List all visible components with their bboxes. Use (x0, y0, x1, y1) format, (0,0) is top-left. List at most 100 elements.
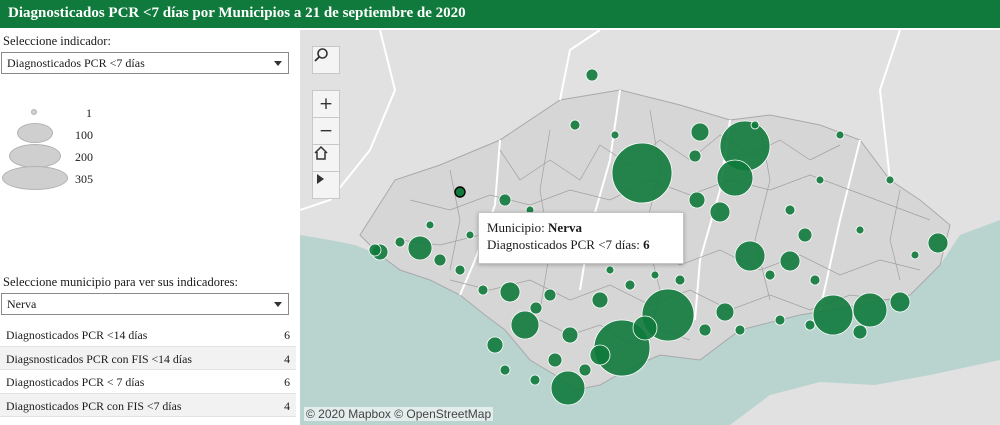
tooltip-municipio-label: Municipio: (487, 220, 545, 235)
map-marker (927, 232, 949, 254)
map-marker (715, 302, 735, 322)
tooltip-indicator-line: Diagnosticados PCR <7 días: 6 (487, 236, 675, 253)
filter-panel: Seleccione indicador: Diagnosticados PCR… (0, 28, 296, 425)
search-button[interactable] (312, 46, 340, 74)
map-marker (889, 291, 911, 313)
map-marker (734, 240, 766, 272)
map-marker (561, 326, 579, 344)
table-row: Diagnosticados PCR <14 días 6 (0, 323, 296, 347)
map-marker (591, 291, 609, 309)
map-marker (815, 175, 825, 185)
table-row: Diagsnosticados PCR con FIS <14 días 4 (0, 346, 296, 370)
map-marker (624, 279, 636, 291)
map-marker (454, 264, 466, 276)
indicator-dropdown[interactable]: Diagnosticados PCR <7 días (1, 52, 289, 74)
indicator-label: Diagnosticados PCR < 7 días (6, 375, 145, 389)
tooltip-municipio-line: Municipio: Nerva (487, 219, 675, 236)
map-marker (852, 324, 868, 340)
map-marker (855, 225, 865, 235)
zoom-in-icon: + (318, 94, 334, 114)
indicator-value: 4 (284, 398, 290, 413)
indicator-label: Diagnosticados PCR <14 días (6, 328, 148, 342)
map-marker (690, 122, 710, 142)
zoom-out-button[interactable]: − (312, 117, 340, 145)
legend-value-305: 305 (75, 172, 93, 186)
legend-circle-100 (17, 123, 53, 143)
map-marker (774, 314, 786, 326)
indicator-label: Diagnosticados PCR con FIS <7 días (6, 398, 182, 413)
map-marker (529, 374, 541, 386)
map-marker (499, 281, 521, 303)
map-marker (498, 193, 512, 207)
map-marker (529, 301, 543, 315)
home-button[interactable] (312, 144, 340, 172)
search-icon (314, 48, 328, 62)
selected-marker (454, 186, 466, 198)
tooltip-indicator-label: Diagnosticados PCR <7 días: (487, 237, 640, 252)
map-marker (716, 159, 754, 197)
map-marker (499, 364, 511, 376)
map-marker (407, 235, 433, 261)
map-marker (688, 149, 702, 163)
map-marker (698, 323, 712, 337)
map-marker (910, 250, 920, 260)
pan-button[interactable] (312, 171, 340, 199)
map-marker (394, 236, 406, 248)
map-marker (804, 319, 816, 331)
legend-value-100: 100 (75, 128, 93, 142)
indicator-table: Diagnosticados PCR <14 días 6 Diagsnosti… (0, 323, 296, 417)
map-marker (674, 274, 686, 286)
municipio-dropdown-value: Nerva (7, 297, 37, 311)
map-marker (688, 191, 706, 209)
zoom-in-button[interactable]: + (312, 90, 340, 118)
municipio-select-label: Seleccione municipio para ver sus indica… (3, 275, 238, 289)
map-marker (779, 250, 801, 272)
home-icon (314, 145, 328, 160)
map-view[interactable]: + − Municipio: Nerva Diagnosticados PCR … (300, 30, 1000, 425)
indicator-value: 4 (284, 351, 290, 366)
map-marker (610, 130, 620, 140)
map-marker (543, 288, 557, 302)
indicator-value: 6 (284, 328, 290, 342)
map-marker (578, 363, 592, 377)
legend-value-1: 1 (86, 106, 92, 120)
map-marker (550, 370, 586, 406)
tooltip-municipio-value: Nerva (548, 220, 582, 235)
map-marker (569, 119, 581, 131)
map-marker (605, 265, 615, 275)
map-marker (589, 344, 611, 366)
zoom-out-icon: − (318, 121, 334, 141)
map-marker (465, 230, 475, 240)
land-region (730, 360, 1000, 425)
indicator-dropdown-value: Diagnosticados PCR <7 días (7, 56, 145, 70)
map-marker (433, 253, 447, 267)
chevron-down-icon (274, 302, 282, 307)
legend-circle-1 (31, 109, 37, 115)
map-marker (750, 120, 760, 130)
tooltip-indicator-value: 6 (643, 237, 650, 252)
map-marker (632, 315, 658, 341)
map-marker (611, 142, 673, 204)
indicator-label: Diagsnosticados PCR con FIS <14 días (6, 351, 192, 366)
map-marker (650, 270, 660, 280)
legend-value-200: 200 (75, 150, 93, 164)
map-marker (852, 292, 888, 328)
map-attribution[interactable]: © 2020 Mapbox © OpenStreetMap (304, 407, 494, 421)
map-marker (486, 336, 504, 354)
map-marker (477, 284, 489, 296)
indicator-select-label: Seleccione indicador: (3, 34, 111, 48)
map-marker (797, 227, 813, 243)
map-marker (425, 220, 435, 230)
map-marker (809, 274, 821, 286)
legend-circle-200 (9, 144, 61, 168)
map-marker (547, 352, 563, 368)
municipio-dropdown[interactable]: Nerva (1, 293, 289, 315)
map-marker (510, 310, 540, 340)
size-legend: 1 100 200 305 (0, 106, 120, 206)
legend-circle-305 (2, 166, 68, 190)
map-marker (784, 204, 796, 216)
chevron-down-icon (274, 61, 282, 66)
map-marker (709, 201, 731, 223)
map-marker (835, 130, 845, 140)
map-marker (764, 269, 776, 281)
